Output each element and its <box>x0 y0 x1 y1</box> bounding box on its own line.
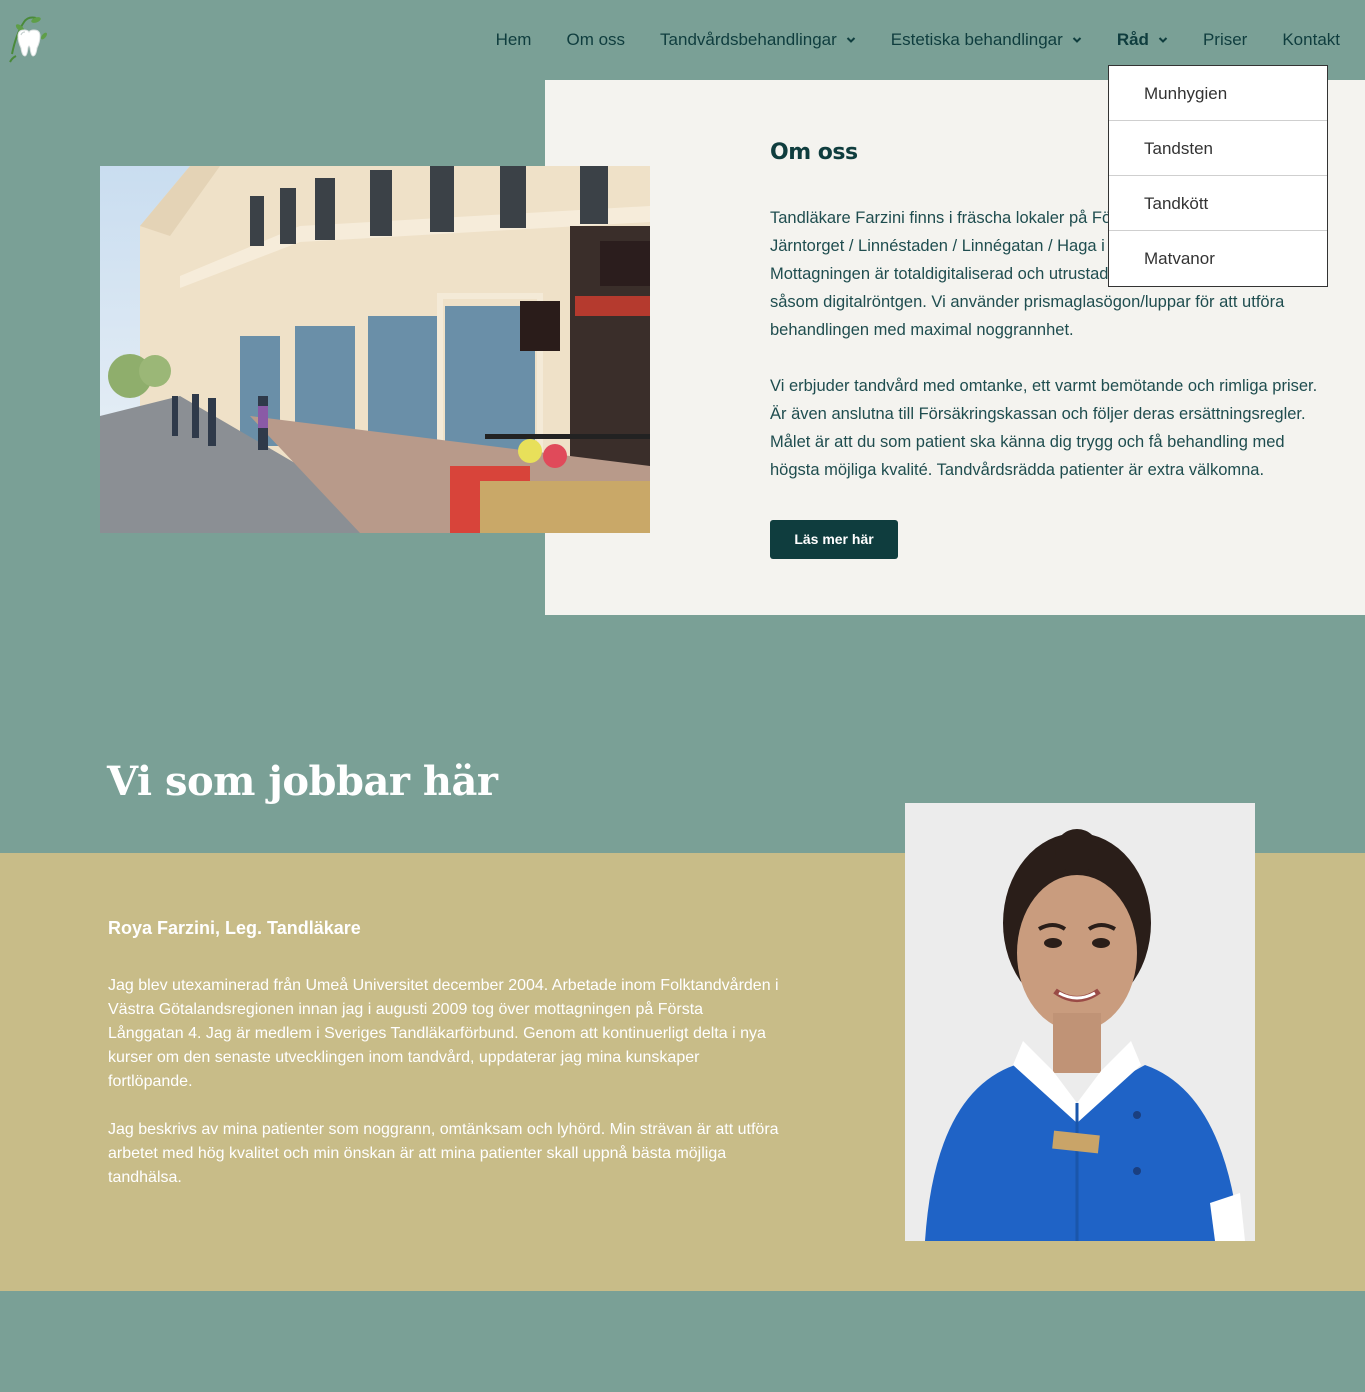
staff-portrait-image <box>905 803 1255 1241</box>
nav-label: Om oss <box>566 30 626 49</box>
nav-label: Tandvårdsbehandlingar <box>660 30 837 49</box>
dropdown-item-tandsten[interactable]: Tandsten <box>1109 121 1327 176</box>
nav-label: Estetiska behandlingar <box>890 30 1063 49</box>
nav-item-estetiska-behandlingar[interactable]: Estetiska behandlingar <box>891 30 1082 50</box>
nav-label: Råd <box>1116 30 1149 49</box>
clinic-storefront-image <box>100 166 650 533</box>
staff-heading: Vi som jobbar här <box>107 758 498 805</box>
chevron-down-icon <box>846 37 856 43</box>
nav-label: Kontakt <box>1282 30 1340 49</box>
nav-item-rad[interactable]: Råd <box>1117 30 1168 50</box>
dropdown-item-matvanor[interactable]: Matvanor <box>1109 231 1327 286</box>
tooth-logo-icon[interactable] <box>6 14 52 66</box>
read-more-button[interactable]: Läs mer här <box>770 520 898 559</box>
about-paragraph: Vi erbjuder tandvård med omtanke, ett va… <box>770 377 1318 479</box>
staff-name: Roya Farzini, Leg. Tandläkare <box>108 918 361 938</box>
nav-item-hem[interactable]: Hem <box>496 30 532 50</box>
nav-item-om-oss[interactable]: Om oss <box>566 30 625 50</box>
dropdown-item-munhygien[interactable]: Munhygien <box>1109 66 1327 121</box>
nav-label: Priser <box>1202 30 1248 49</box>
staff-bio-paragraph: Jag beskrivs av mina patienter som noggr… <box>108 1121 779 1186</box>
nav-label: Hem <box>495 30 532 49</box>
chevron-down-icon <box>1158 37 1168 43</box>
staff-bio: Jag blev utexaminerad från Umeå Universi… <box>108 974 783 1214</box>
dropdown-item-tandkott[interactable]: Tandkött <box>1109 176 1327 231</box>
nav-item-kontakt[interactable]: Kontakt <box>1282 30 1340 50</box>
rad-dropdown-menu: Munhygien Tandsten Tandkött Matvanor <box>1108 65 1328 287</box>
nav-item-tandvardsbehandlingar[interactable]: Tandvårdsbehandlingar <box>660 30 856 50</box>
about-title: Om oss <box>770 140 858 165</box>
staff-bio-paragraph: Jag blev utexaminerad från Umeå Universi… <box>108 977 779 1090</box>
chevron-down-icon <box>1072 37 1082 43</box>
nav-item-priser[interactable]: Priser <box>1203 30 1247 50</box>
